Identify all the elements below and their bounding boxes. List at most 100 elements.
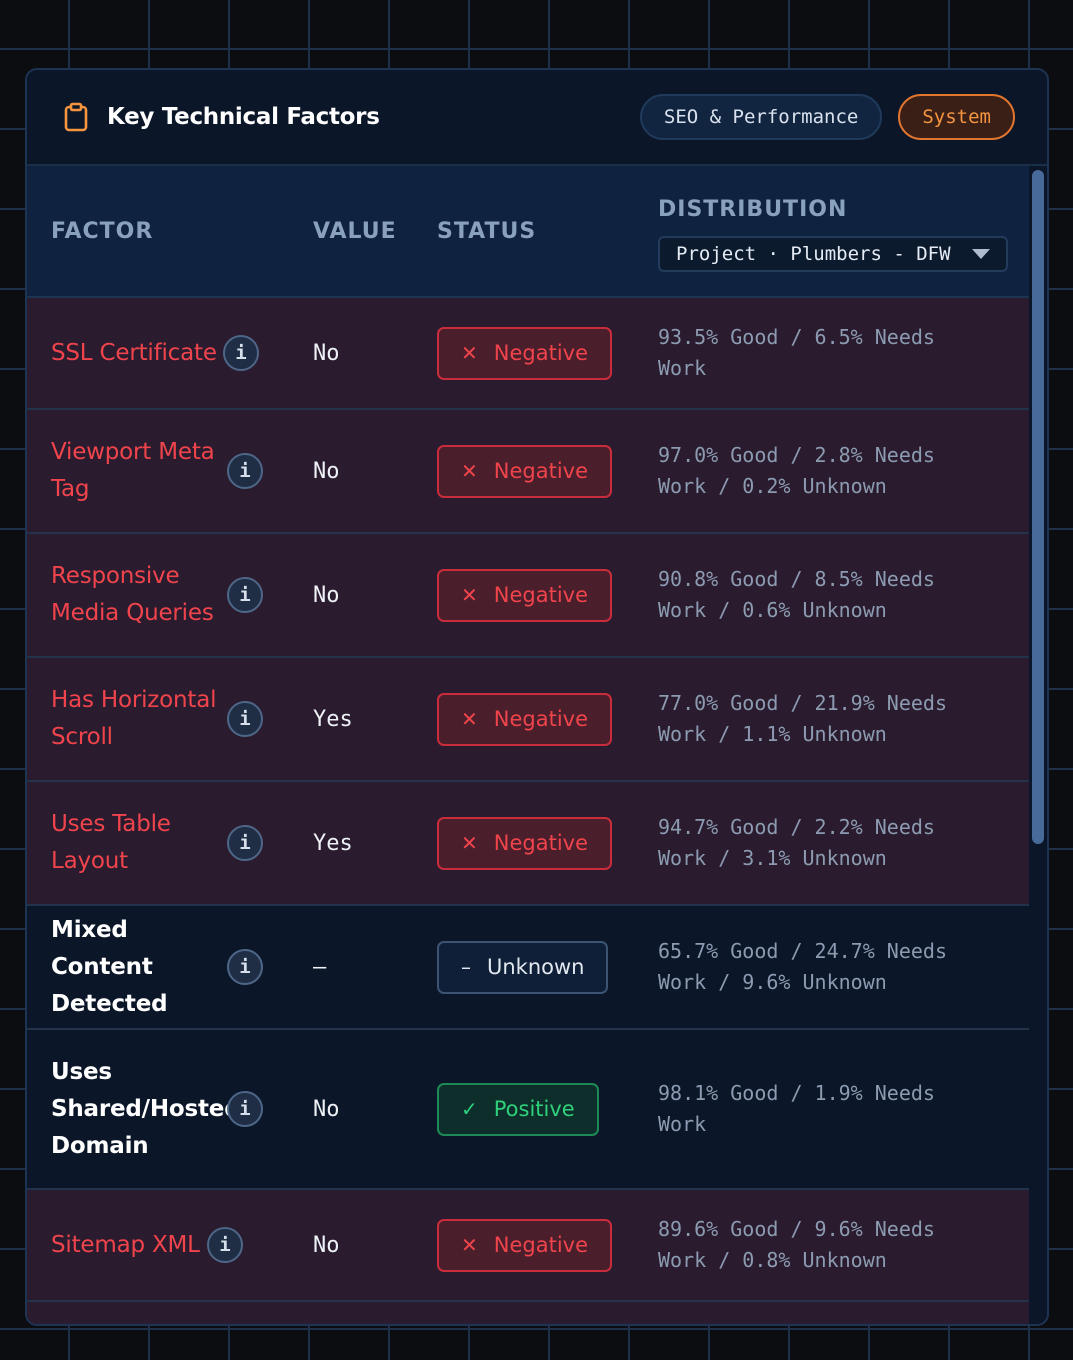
column-header-distribution-group: DISTRIBUTION Project · Plumbers - DFW xyxy=(658,191,1033,272)
distribution-cell: 94.7% Good / 2.2% Needs Work / 3.1% Unkn… xyxy=(658,812,1033,874)
status-label: Negative xyxy=(493,831,589,855)
distribution-cell: 77.0% Good / 21.9% Needs Work / 1.1% Unk… xyxy=(658,688,1033,750)
project-select-label: Project · Plumbers - DFW xyxy=(676,242,951,265)
value-cell: – xyxy=(313,954,327,980)
status-label: Unknown xyxy=(487,955,585,979)
table-row: Sitemap XML i No ✕ Negative 89.6% Good /… xyxy=(27,1190,1033,1302)
status-badge: ✕ Negative xyxy=(437,568,613,622)
info-icon[interactable]: i xyxy=(227,1091,263,1127)
distribution-text: 94.7% Good / 2.2% Needs Work / 3.1% Unkn… xyxy=(658,815,935,870)
info-icon[interactable]: i xyxy=(223,335,259,371)
value-cell: No xyxy=(313,1096,340,1122)
factors-table: FACTOR VALUE STATUS DISTRIBUTION Project… xyxy=(27,166,1033,1324)
x-icon: ✕ xyxy=(461,707,478,731)
status-cell: ✕ Negative xyxy=(437,444,658,498)
status-cell: – Unknown xyxy=(437,940,658,994)
table-header: FACTOR VALUE STATUS DISTRIBUTION Project… xyxy=(27,166,1033,298)
factor-name: Uses Table Layout xyxy=(51,811,171,874)
status-badge: ✕ Negative xyxy=(437,816,613,870)
status-label: Negative xyxy=(493,341,589,365)
status-cell: ✕ Negative xyxy=(437,692,658,746)
distribution-cell: 93.5% Good / 6.5% Needs Work xyxy=(658,322,1033,384)
status-cell: ✕ Negative xyxy=(437,326,658,380)
status-cell: ✕ Negative xyxy=(437,1218,658,1272)
factor-cell: Mixed Content Detected i xyxy=(51,912,313,1023)
project-select[interactable]: Project · Plumbers - DFW xyxy=(658,235,1008,272)
panel-header: Key Technical Factors SEO & Performance … xyxy=(27,70,1047,166)
status-badge: ✓ Positive xyxy=(437,1082,599,1136)
status-label: Negative xyxy=(493,707,589,731)
technical-factors-panel: Key Technical Factors SEO & Performance … xyxy=(25,68,1049,1326)
factor-name: Responsive Media Queries xyxy=(51,563,214,626)
distribution-text: 77.0% Good / 21.9% Needs Work / 1.1% Unk… xyxy=(658,691,947,746)
distribution-cell: 97.0% Good / 2.8% Needs Work / 0.2% Unkn… xyxy=(658,440,1033,502)
factor-cell: Sitemap XML i xyxy=(51,1227,313,1264)
dash-icon: – xyxy=(461,955,471,979)
x-icon: ✕ xyxy=(461,583,478,607)
x-icon: ✕ xyxy=(461,1233,478,1257)
table-row: Responsive Media Queries i No ✕ Negative… xyxy=(27,534,1033,658)
distribution-cell: 98.1% Good / 1.9% Needs Work xyxy=(658,1078,1033,1140)
info-icon[interactable]: i xyxy=(227,949,263,985)
status-badge: – Unknown xyxy=(437,940,609,994)
value-cell: Yes xyxy=(313,706,353,732)
table-body: SSL Certificate i No ✕ Negative 93.5% Go… xyxy=(27,298,1033,1324)
info-icon[interactable]: i xyxy=(227,825,263,861)
value-cell: No xyxy=(313,340,340,366)
column-header-factor[interactable]: FACTOR xyxy=(51,219,313,244)
factor-name: Sitemap XML xyxy=(51,1231,200,1258)
x-icon: ✕ xyxy=(461,459,478,483)
value-cell: No xyxy=(313,582,340,608)
tab-seo-performance[interactable]: SEO & Performance xyxy=(639,94,883,140)
value-cell: Yes xyxy=(313,830,353,856)
scrollbar[interactable] xyxy=(1029,166,1047,1324)
info-icon[interactable]: i xyxy=(227,453,263,489)
factor-name: Viewport Meta Tag xyxy=(51,439,215,502)
status-label: Positive xyxy=(493,1097,575,1121)
x-icon: ✕ xyxy=(461,341,478,365)
status-cell: ✕ Negative xyxy=(437,816,658,870)
status-badge: ✕ Negative xyxy=(437,326,613,380)
distribution-text: 93.5% Good / 6.5% Needs Work xyxy=(658,325,935,380)
status-badge: ✕ Negative xyxy=(437,444,613,498)
distribution-text: 90.8% Good / 8.5% Needs Work / 0.6% Unkn… xyxy=(658,567,935,622)
table-row: Viewport Meta Tag i No ✕ Negative 97.0% … xyxy=(27,410,1033,534)
table-row: SSL Certificate i No ✕ Negative 93.5% Go… xyxy=(27,298,1033,410)
distribution-text: 65.7% Good / 24.7% Needs Work / 9.6% Unk… xyxy=(658,939,947,994)
tab-system[interactable]: System xyxy=(898,94,1015,140)
status-label: Negative xyxy=(493,459,589,483)
chevron-down-icon xyxy=(972,248,990,259)
distribution-cell: 89.6% Good / 9.6% Needs Work / 0.8% Unkn… xyxy=(658,1214,1033,1276)
factor-name: Has Horizontal Scroll xyxy=(51,687,217,750)
distribution-text: 98.1% Good / 1.9% Needs Work xyxy=(658,1081,935,1136)
status-cell: ✕ Negative xyxy=(437,568,658,622)
table-row: Uses Shared/Hosted Domain i No ✓ Positiv… xyxy=(27,1030,1033,1190)
factor-cell: Uses Shared/Hosted Domain i xyxy=(51,1054,313,1165)
status-label: Negative xyxy=(493,1233,589,1257)
info-icon[interactable]: i xyxy=(227,577,263,613)
value-cell: No xyxy=(313,458,340,484)
info-icon[interactable]: i xyxy=(227,701,263,737)
table-row-partial xyxy=(27,1302,1033,1324)
factor-name: SSL Certificate xyxy=(51,339,217,366)
x-icon: ✕ xyxy=(461,831,478,855)
factor-cell: Viewport Meta Tag i xyxy=(51,434,313,508)
scrollbar-thumb[interactable] xyxy=(1032,170,1044,844)
check-icon: ✓ xyxy=(461,1097,478,1121)
column-header-distribution[interactable]: DISTRIBUTION xyxy=(658,197,1033,222)
factor-cell: Uses Table Layout i xyxy=(51,806,313,880)
distribution-cell: 65.7% Good / 24.7% Needs Work / 9.6% Unk… xyxy=(658,936,1033,998)
factor-cell: SSL Certificate i xyxy=(51,335,313,372)
status-label: Negative xyxy=(493,583,589,607)
column-header-status[interactable]: STATUS xyxy=(437,219,658,244)
clipboard-icon xyxy=(64,102,88,132)
factor-name: Mixed Content Detected xyxy=(51,916,168,1017)
info-icon[interactable]: i xyxy=(207,1227,243,1263)
status-badge: ✕ Negative xyxy=(437,1218,613,1272)
distribution-text: 97.0% Good / 2.8% Needs Work / 0.2% Unkn… xyxy=(658,443,935,498)
column-header-value[interactable]: VALUE xyxy=(313,219,437,244)
panel-title: Key Technical Factors xyxy=(107,104,380,130)
factor-name: Uses Shared/Hosted Domain xyxy=(51,1058,241,1159)
distribution-text: 89.6% Good / 9.6% Needs Work / 0.8% Unkn… xyxy=(658,1217,935,1272)
factor-cell: Has Horizontal Scroll i xyxy=(51,682,313,756)
